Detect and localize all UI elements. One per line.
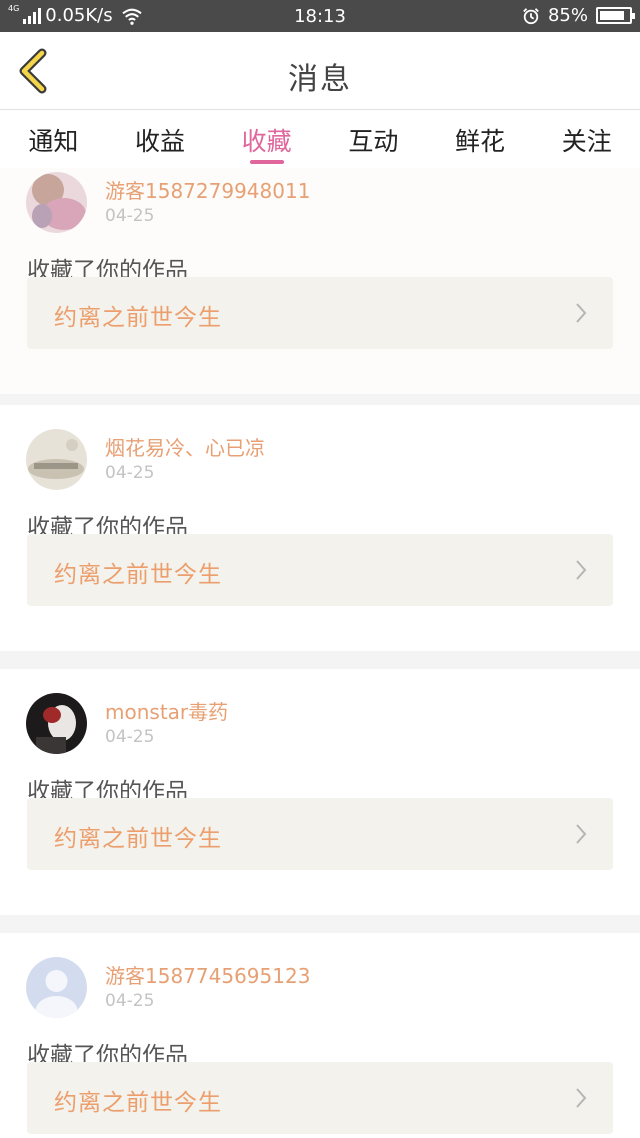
list-item: monstar毒药 04-25 收藏了你的作品 约离之前世今生	[0, 669, 640, 915]
chevron-right-icon	[576, 1088, 587, 1108]
chevron-right-icon	[576, 303, 587, 323]
status-bar: 4G 0.05K/s 18:13 85%	[0, 0, 640, 32]
list-item: 游客1587745695123 04-25 收藏了你的作品 约离之前世今生	[0, 933, 640, 1138]
status-right: 85%	[522, 5, 635, 26]
timestamp: 04-25	[105, 727, 155, 747]
chevron-right-icon	[576, 824, 587, 844]
timestamp: 04-25	[105, 206, 155, 226]
timestamp: 04-25	[105, 463, 155, 483]
list-item: 游客1587279948011 04-25 收藏了你的作品 约离之前世今生	[0, 168, 640, 394]
timestamp: 04-25	[105, 991, 155, 1011]
tab-favorites[interactable]: 收藏	[213, 110, 320, 168]
message-list: 游客1587279948011 04-25 收藏了你的作品 约离之前世今生 烟花…	[0, 168, 640, 1138]
battery-percent: 85%	[547, 5, 588, 26]
username[interactable]: monstar毒药	[105, 696, 228, 725]
avatar[interactable]	[26, 429, 87, 490]
battery-icon	[596, 7, 635, 24]
username[interactable]: 烟花易冷、心已凉	[105, 432, 265, 461]
alarm-icon	[523, 7, 539, 24]
username[interactable]: 游客1587745695123	[105, 960, 310, 989]
battery-level	[600, 11, 624, 20]
chevron-right-icon	[576, 560, 587, 580]
tab-bar: 通知 收益 收藏 互动 鲜花 关注	[0, 110, 640, 168]
work-title: 约离之前世今生	[54, 1090, 222, 1116]
default-avatar-icon[interactable]	[26, 957, 87, 1018]
work-link[interactable]: 约离之前世今生	[27, 798, 613, 870]
page-title: 消息	[288, 62, 352, 97]
tab-notifications[interactable]: 通知	[0, 110, 107, 168]
list-item: 烟花易冷、心已凉 04-25 收藏了你的作品 约离之前世今生	[0, 405, 640, 651]
work-link[interactable]: 约离之前世今生	[27, 534, 613, 606]
tab-earnings[interactable]: 收益	[107, 110, 214, 168]
tab-interactions[interactable]: 互动	[320, 110, 427, 168]
avatar[interactable]	[26, 172, 87, 233]
work-title: 约离之前世今生	[54, 562, 222, 588]
work-title: 约离之前世今生	[54, 826, 222, 852]
avatar[interactable]	[26, 693, 87, 754]
work-title: 约离之前世今生	[54, 305, 222, 331]
app-header: 消息	[0, 32, 640, 110]
username[interactable]: 游客1587279948011	[105, 175, 310, 204]
work-link[interactable]: 约离之前世今生	[27, 1062, 613, 1134]
tab-follows[interactable]: 关注	[533, 110, 640, 168]
work-link[interactable]: 约离之前世今生	[27, 277, 613, 349]
tab-flowers[interactable]: 鲜花	[427, 110, 534, 168]
